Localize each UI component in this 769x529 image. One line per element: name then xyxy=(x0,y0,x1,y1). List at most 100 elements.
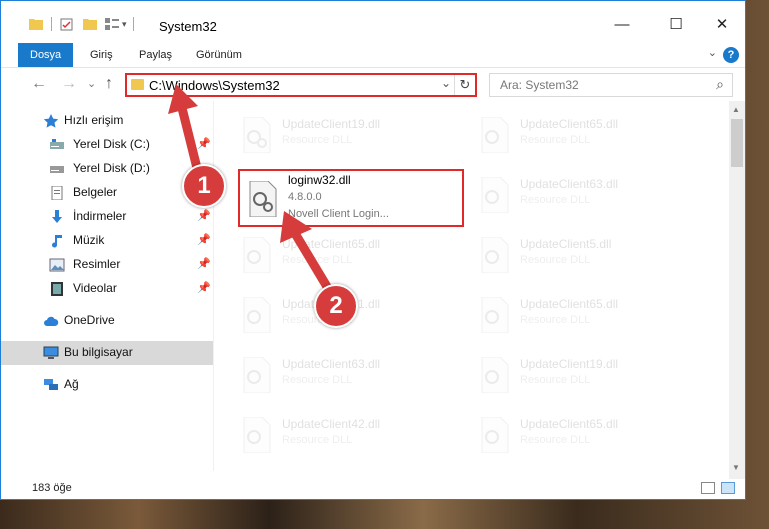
file-name: loginw32.dll xyxy=(288,173,351,187)
file-type: Resource DLL xyxy=(282,434,353,446)
file-version: 4.8.0.0 xyxy=(288,191,322,203)
sidebar-item-videos[interactable]: Videolar 📌 xyxy=(1,277,213,301)
file-type: Resource DLL xyxy=(520,134,591,146)
document-icon xyxy=(51,186,63,200)
sidebar-item-network[interactable]: Ağ xyxy=(1,373,213,397)
back-arrow-icon[interactable]: ← xyxy=(31,75,47,93)
list-item[interactable]: UpdateClient63.dll Resource DLL xyxy=(234,349,454,401)
close-button[interactable]: ✕ xyxy=(707,13,737,37)
file-type: Resource DLL xyxy=(520,254,591,266)
file-name: UpdateClient5.dll xyxy=(520,237,612,251)
list-item[interactable]: UpdateClient65.dll Resource DLL xyxy=(472,409,692,461)
address-dropdown-chevron-icon[interactable]: ⌄ xyxy=(441,76,451,90)
large-icons-view-icon[interactable] xyxy=(721,482,735,494)
dll-file-icon xyxy=(481,177,509,213)
vertical-scrollbar[interactable]: ▲ ▼ xyxy=(729,101,745,479)
download-icon xyxy=(52,210,62,223)
list-item[interactable]: UpdateClient19.dll Resource DLL xyxy=(234,109,454,161)
pin-icon[interactable]: 📌 xyxy=(197,209,211,222)
sidebar-item-label: Müzik xyxy=(73,233,105,247)
step-2-badge: 2 xyxy=(314,284,358,328)
new-folder-icon[interactable] xyxy=(83,18,97,30)
sidebar-item-music[interactable]: Müzik 📌 xyxy=(1,229,213,253)
search-box[interactable]: Ara: System32 ⌕ xyxy=(489,73,733,97)
view-options-icon[interactable] xyxy=(105,18,119,30)
file-name: UpdateClient65.dll xyxy=(520,297,619,311)
file-type: Resource DLL xyxy=(520,374,591,386)
folder-icon[interactable] xyxy=(29,18,43,30)
sidebar-item-label: Yerel Disk (C:) xyxy=(73,137,150,151)
pin-icon[interactable]: 📌 xyxy=(197,281,211,294)
sidebar-item-onedrive[interactable]: OneDrive xyxy=(1,309,213,333)
title-bar: ▾ System32 — ☐ ✕ xyxy=(1,1,745,39)
pictures-icon xyxy=(49,258,65,272)
drive-icon xyxy=(50,139,64,149)
file-type: Resource DLL xyxy=(520,314,591,326)
step-1-badge: 1 xyxy=(182,164,226,208)
file-type: Resource DLL xyxy=(520,434,591,446)
details-view-icon[interactable] xyxy=(701,482,715,494)
file-name: UpdateClient42.dll xyxy=(282,417,381,431)
scroll-down-arrow-icon[interactable]: ▼ xyxy=(732,463,740,472)
sidebar-item-label: İndirmeler xyxy=(73,209,127,223)
sidebar-item-this-pc[interactable]: Bu bilgisayar xyxy=(1,341,213,365)
computer-icon xyxy=(43,346,59,359)
file-name: UpdateClient63.dll xyxy=(282,357,381,371)
properties-icon[interactable] xyxy=(60,18,73,31)
star-icon xyxy=(43,114,59,128)
refresh-icon[interactable]: ↻ xyxy=(454,75,475,95)
file-name: UpdateClient63.dll xyxy=(520,177,619,191)
file-name: UpdateClient19.dll xyxy=(282,117,381,131)
ribbon-expand-chevron-icon[interactable]: ⌄ xyxy=(708,46,717,59)
customize-chevron-icon[interactable]: ▾ xyxy=(122,19,127,30)
dll-file-icon xyxy=(481,297,509,333)
sidebar-item-label: Bu bilgisayar xyxy=(64,345,133,359)
dll-file-icon xyxy=(243,297,271,333)
file-name: UpdateClient65.dll xyxy=(520,117,619,131)
tab-home[interactable]: Giriş xyxy=(90,43,113,67)
list-item[interactable]: UpdateClient65.dll Resource DLL xyxy=(472,109,692,161)
item-count: 183 öğe xyxy=(32,482,72,494)
list-item[interactable]: UpdateClient42.dll Resource DLL xyxy=(234,409,454,461)
network-icon xyxy=(44,379,58,390)
window-title: System32 xyxy=(159,19,217,34)
list-item[interactable]: UpdateClient5.dll Resource DLL xyxy=(472,229,692,281)
pin-icon[interactable]: 📌 xyxy=(197,257,211,270)
tab-share[interactable]: Paylaş xyxy=(139,43,172,67)
recent-locations-chevron-icon[interactable]: ⌄ xyxy=(87,77,96,90)
sidebar-item-downloads[interactable]: İndirmeler 📌 xyxy=(1,205,213,229)
search-icon[interactable]: ⌕ xyxy=(716,76,724,93)
scroll-up-arrow-icon[interactable]: ▲ xyxy=(732,105,740,114)
sidebar-item-pictures[interactable]: Resimler 📌 xyxy=(1,253,213,277)
separator xyxy=(51,17,52,31)
scrollbar-thumb[interactable] xyxy=(731,119,743,167)
dll-file-icon xyxy=(243,417,271,453)
file-type: Resource DLL xyxy=(282,134,353,146)
search-input[interactable]: Ara: System32 xyxy=(500,78,579,92)
explorer-window: ▾ System32 — ☐ ✕ Dosya Giriş Paylaş Görü… xyxy=(0,0,746,500)
up-arrow-icon[interactable]: ↑ xyxy=(105,75,113,93)
drive-icon xyxy=(50,166,64,173)
dll-file-icon xyxy=(481,117,509,153)
forward-arrow-icon[interactable]: → xyxy=(61,75,77,93)
list-item[interactable]: UpdateClient19.dll Resource DLL xyxy=(472,349,692,401)
ribbon-tabs: Dosya Giriş Paylaş Görünüm ⌄ ? xyxy=(1,43,745,68)
maximize-button[interactable]: ☐ xyxy=(661,13,691,37)
file-type: Resource DLL xyxy=(282,374,353,386)
quick-access-toolbar: ▾ xyxy=(29,17,140,31)
tab-file[interactable]: Dosya xyxy=(18,43,74,67)
sidebar-item-label: Yerel Disk (D:) xyxy=(73,161,150,175)
help-icon[interactable]: ? xyxy=(723,47,739,63)
pin-icon[interactable]: 📌 xyxy=(197,233,211,246)
sidebar-item-label: Hızlı erişim xyxy=(64,113,124,127)
list-item[interactable]: UpdateClient65.dll Resource DLL xyxy=(472,289,692,341)
dll-file-icon xyxy=(243,117,271,153)
minimize-button[interactable]: — xyxy=(607,13,637,37)
sidebar-item-label: OneDrive xyxy=(64,313,115,327)
tab-view[interactable]: Görünüm xyxy=(196,43,242,67)
list-item[interactable]: UpdateClient63.dll Resource DLL xyxy=(472,169,692,221)
dll-file-icon xyxy=(481,357,509,393)
separator xyxy=(132,17,134,31)
sidebar-item-label: Ağ xyxy=(64,377,79,391)
sidebar-item-label: Videolar xyxy=(73,281,117,295)
